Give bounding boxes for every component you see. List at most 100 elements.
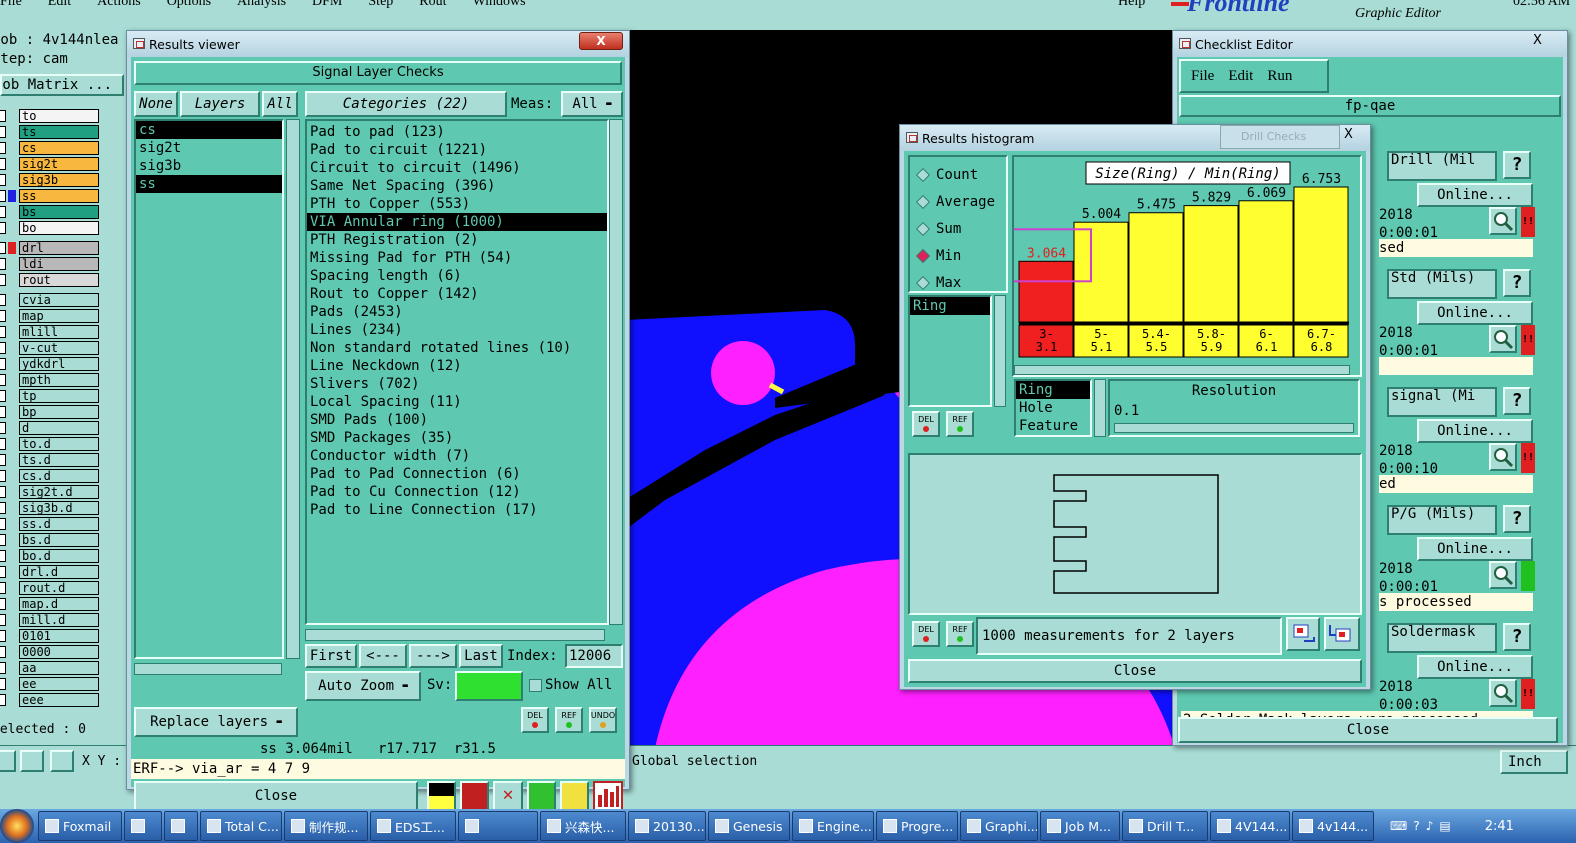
taskbar-item[interactable]: Total C... [200,811,282,841]
layer-row[interactable]: ydkdrl [0,356,110,372]
zoom-check-icon[interactable] [1489,561,1517,589]
taskbar-item[interactable]: Genesis [708,811,790,841]
layer-checkbox[interactable] [0,422,6,434]
layer-row[interactable]: to [0,108,110,124]
all-button[interactable]: All [262,91,298,117]
category-item[interactable]: Same Net Spacing (396) [307,177,607,195]
menu-options[interactable]: Options [167,0,211,10]
replace-layers-dropdown[interactable]: Replace layers ▬ [134,707,298,737]
category-item[interactable]: Conductor width (7) [307,447,607,465]
close-icon[interactable]: X [579,32,623,50]
layer-checkbox[interactable] [0,326,6,338]
network-icon[interactable]: ▤ [1439,819,1450,833]
category-item[interactable]: SMD Pads (100) [307,411,607,429]
taskbar-item[interactable]: 4v144... [1292,811,1374,841]
menu-file[interactable]: File [0,0,22,10]
layer-checkbox[interactable] [0,694,6,706]
layer-row[interactable]: bs.d [0,532,110,548]
layer-row[interactable]: map [0,308,110,324]
mode-sum-radio[interactable]: Sum [915,215,1006,242]
meas-dropdown[interactable]: All ▬ [561,91,623,117]
mode-average-radio[interactable]: Average [915,188,1006,215]
export-icon[interactable] [1286,617,1320,651]
menu-rout[interactable]: Rout [419,0,446,10]
number-icon[interactable] [526,781,556,811]
layers-hscrollbar[interactable] [134,663,282,675]
ref-icon[interactable]: REF [946,411,974,437]
layer-list-item[interactable]: ss [136,175,282,193]
categories-scrollbar[interactable] [609,119,623,625]
del-icon[interactable]: DEL [912,621,940,647]
close-icon[interactable]: X [1344,127,1353,142]
category-item[interactable]: SMD Packages (35) [307,429,607,447]
help-icon[interactable]: ? [1503,151,1531,179]
layer-checkbox[interactable] [0,438,6,450]
feature-scrollbar[interactable] [1094,379,1106,437]
category-item[interactable]: Pad to circuit (1221) [307,141,607,159]
layer-row[interactable]: bo.d [0,548,110,564]
layer-checkbox[interactable] [0,126,6,138]
taskbar-item[interactable] [458,811,538,841]
auto-zoom-dropdown[interactable]: Auto Zoom ▬ [305,671,421,701]
category-item[interactable]: Pad to pad (123) [307,123,607,141]
layer-checkbox[interactable] [0,206,6,218]
taskbar-item[interactable]: 兴森快... [540,811,626,841]
layer-list[interactable]: to ts cs sig2t sig3b ss bs bo drl ldi rout cvia map m… [0,108,110,708]
layer-checkbox[interactable] [0,274,6,286]
feature-item[interactable]: Feature [1016,417,1090,435]
mode-max-radio[interactable]: Max [915,269,1006,296]
feature-list[interactable]: Ring Hole Feature [1014,379,1092,437]
taskbar-item[interactable]: Graphi... [960,811,1038,841]
layer-row[interactable]: sig2t [0,156,110,172]
mode-min-radio[interactable]: Min [915,242,1006,269]
category-item[interactable]: Pad to Pad Connection (6) [307,465,607,483]
index-input[interactable]: 12006 [565,644,623,668]
taskbar-item[interactable]: Engine... [792,811,874,841]
category-item[interactable]: Non standard rotated lines (10) [307,339,607,357]
layer-row[interactable]: mlill [0,324,110,340]
taskbar-item[interactable]: Progre... [876,811,958,841]
layer-row[interactable]: bp [0,404,110,420]
layer-row[interactable]: ee [0,676,110,692]
layer-checkbox[interactable] [0,110,6,122]
layer-list-item[interactable]: sig2t [136,139,282,157]
help-icon[interactable]: ? [1413,819,1419,833]
category-item[interactable]: Line Neckdown (12) [307,357,607,375]
layer-row[interactable]: tp [0,388,110,404]
category-item[interactable]: Spacing length (6) [307,267,607,285]
layer-row[interactable]: sig3b [0,172,110,188]
layer-checkbox[interactable] [0,646,6,658]
layer-checkbox[interactable] [0,222,6,234]
category-item[interactable]: PTH Registration (2) [307,231,607,249]
histogram-hscrollbar[interactable] [1014,365,1350,375]
category-item[interactable]: Pad to Line Connection (17) [307,501,607,519]
layer-row[interactable]: mill.d [0,612,110,628]
layer-icon[interactable] [427,781,457,811]
menu-edit[interactable]: Edit [48,0,71,10]
layer-checkbox[interactable] [0,374,6,386]
zoom-check-icon[interactable] [1489,325,1517,353]
category-item[interactable]: VIA Annular ring (1000) [307,213,607,231]
ring-list-item[interactable]: Ring [910,297,990,315]
sv-color-dropdown[interactable] [455,671,523,701]
resolution-slider[interactable] [1114,423,1354,433]
volume-icon[interactable]: ♪ [1426,819,1434,833]
layer-checkbox[interactable] [0,582,6,594]
category-item[interactable]: Local Spacing (11) [307,393,607,411]
layer-checkbox[interactable] [0,598,6,610]
histogram-icon[interactable] [593,781,624,811]
layer-checkbox[interactable] [0,258,6,270]
none-button[interactable]: None [134,91,178,117]
zoom-check-icon[interactable] [1489,679,1517,707]
category-item[interactable]: Slivers (702) [307,375,607,393]
next-button[interactable]: ---> [409,644,457,668]
show-all-checkbox[interactable] [529,679,542,692]
feature-item[interactable]: Hole [1016,399,1090,417]
category-item[interactable]: Pad to Cu Connection (12) [307,483,607,501]
layer-checkbox[interactable] [0,294,6,306]
layer-row[interactable]: cvia [0,292,110,308]
layer-checkbox[interactable] [0,406,6,418]
checklist-close-button-bottom[interactable]: Close [1178,717,1558,743]
layer-row[interactable]: ts.d [0,452,110,468]
layer-checkbox[interactable] [0,678,6,690]
